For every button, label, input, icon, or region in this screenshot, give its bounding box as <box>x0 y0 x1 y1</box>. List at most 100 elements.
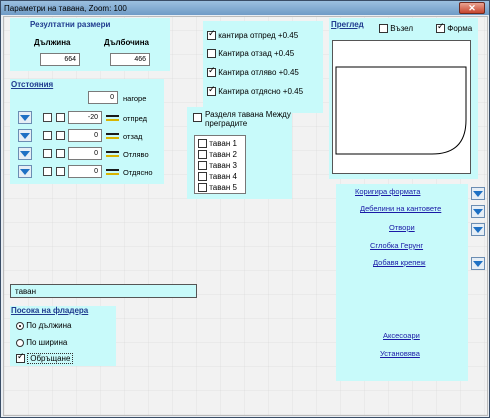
distance-right-check-b[interactable] <box>56 167 65 176</box>
edge-left-row[interactable]: Кантира отляво +0.45 <box>207 66 299 78</box>
holes-link[interactable]: Отвори <box>389 223 415 232</box>
node-label: Възел <box>390 24 413 33</box>
split-checkbox[interactable] <box>193 113 202 122</box>
split-item-label: таван 4 <box>209 172 237 181</box>
split-item-checkbox[interactable] <box>198 183 207 193</box>
edge-thickness-icon[interactable] <box>106 131 119 141</box>
shape-checkbox[interactable] <box>436 22 445 34</box>
correct-shape-dropdown[interactable] <box>471 187 485 200</box>
distance-left-check-b[interactable] <box>56 149 65 158</box>
split-item-2[interactable]: таван 2 <box>198 150 237 160</box>
shape-label: Форма <box>447 24 473 33</box>
edge-thickness-icon[interactable] <box>106 113 119 123</box>
grain-panel: Посока на фладера По дължина По ширина О… <box>10 306 116 366</box>
grain-title: Посока на фладера <box>11 306 89 315</box>
split-item-label: таван 3 <box>209 161 237 170</box>
chevron-down-icon <box>20 114 30 121</box>
grain-length-option[interactable]: По дължина <box>16 321 72 330</box>
result-sizes-panel: Резултатни размери Дължина Дълбочина 664… <box>10 18 170 71</box>
distance-back-label: отзад <box>123 132 143 141</box>
accessories-link[interactable]: Аксесоари <box>383 331 420 340</box>
chevron-down-icon <box>20 168 30 175</box>
split-item-checkbox[interactable] <box>198 172 207 182</box>
split-label: Разделя тавана Между преградите <box>205 110 291 128</box>
split-item-checkbox[interactable] <box>198 161 207 171</box>
holes-dropdown[interactable] <box>471 223 485 236</box>
split-item-5[interactable]: таван 5 <box>198 183 237 193</box>
split-item-1[interactable]: таван 1 <box>198 139 237 149</box>
grain-length-radio[interactable] <box>16 321 24 330</box>
distances-panel: Отстояния 0 нагоре -20 отпред 0 отзад 0 … <box>10 79 164 184</box>
edge-front-row[interactable]: кантира отпред +0.45 <box>207 29 298 41</box>
edge-thickness-dropdown[interactable] <box>471 205 485 218</box>
preview-panel: Преглед Възел Форма <box>329 18 478 179</box>
split-item-checkbox[interactable] <box>198 139 207 149</box>
distance-right-check-a[interactable] <box>43 167 52 176</box>
distance-top-label: нагоре <box>123 94 147 103</box>
distance-back-check-b[interactable] <box>56 131 65 140</box>
edge-right-row[interactable]: Кантира отдясно +0.45 <box>207 85 304 97</box>
split-item-label: таван 5 <box>209 183 237 192</box>
distance-left-value[interactable]: 0 <box>68 147 102 160</box>
distance-top-value[interactable]: 0 <box>88 91 118 104</box>
edge-thickness-icon[interactable] <box>106 167 119 177</box>
edge-back-row[interactable]: Кантира отзад +0.45 <box>207 49 295 59</box>
split-item-label: таван 1 <box>209 139 237 148</box>
chevron-down-icon <box>473 226 483 233</box>
distance-front-dropdown[interactable] <box>18 111 32 124</box>
distance-right-dropdown[interactable] <box>18 165 32 178</box>
distance-back-dropdown[interactable] <box>18 129 32 142</box>
distance-front-value[interactable]: -20 <box>68 111 102 124</box>
distances-title: Отстояния <box>11 80 54 89</box>
edge-front-checkbox[interactable] <box>207 29 216 41</box>
node-option[interactable]: Възел <box>379 24 413 34</box>
shape-option[interactable]: Форма <box>436 22 473 34</box>
client-area: Резултатни размери Дължина Дълбочина 664… <box>3 16 488 416</box>
preview-title: Преглед <box>331 20 364 29</box>
grain-width-label: По ширина <box>26 338 68 347</box>
add-fastener-dropdown[interactable] <box>471 257 485 270</box>
split-panel: Разделя тавана Между преградите таван 1 … <box>187 107 292 199</box>
node-checkbox[interactable] <box>379 24 388 34</box>
length-value: 664 <box>40 53 80 66</box>
edge-right-label: Кантира отдясно +0.45 <box>218 87 304 96</box>
split-item-checkbox[interactable] <box>198 150 207 160</box>
distance-left-label: Отляво <box>123 150 149 159</box>
split-list: таван 1 таван 2 таван 3 таван 4 таван 5 <box>194 135 246 194</box>
distance-back-check-a[interactable] <box>43 131 52 140</box>
install-link[interactable]: Установява <box>380 349 420 358</box>
preview-canvas <box>332 40 471 174</box>
chevron-down-icon <box>473 190 483 197</box>
add-fastener-link[interactable]: Добавя крепеж <box>373 258 425 267</box>
ceiling-shape-drawing <box>335 66 467 155</box>
distance-front-check-b[interactable] <box>56 113 65 122</box>
edge-thickness-icon[interactable] <box>106 149 119 159</box>
grain-rotate-checkbox[interactable] <box>16 352 25 364</box>
correct-shape-link[interactable]: Коригира формата <box>355 187 420 196</box>
part-name-input[interactable]: таван <box>10 284 197 298</box>
actions-panel: Коригира формата Дебелини на кантовете О… <box>336 184 468 381</box>
edge-right-checkbox[interactable] <box>207 85 216 97</box>
distance-left-dropdown[interactable] <box>18 147 32 160</box>
distance-front-label: отпред <box>123 114 148 123</box>
grain-width-option[interactable]: По ширина <box>16 338 67 347</box>
edge-back-checkbox[interactable] <box>207 49 216 59</box>
edge-back-label: Кантира отзад +0.45 <box>218 49 295 58</box>
split-item-4[interactable]: таван 4 <box>198 172 237 182</box>
distance-back-value[interactable]: 0 <box>68 129 102 142</box>
chevron-down-icon <box>473 208 483 215</box>
distance-left-check-a[interactable] <box>43 149 52 158</box>
grain-width-radio[interactable] <box>16 338 24 347</box>
edge-thickness-link[interactable]: Дебелини на кантовете <box>360 204 441 213</box>
close-button[interactable]: ✕ <box>459 2 485 14</box>
distance-front-check-a[interactable] <box>43 113 52 122</box>
dialog-window: Параметри на тавана, Zoom: 100 ✕ Резулта… <box>0 0 490 418</box>
grain-rotate-option[interactable]: Обръщане <box>16 352 74 364</box>
distance-right-value[interactable]: 0 <box>68 165 102 178</box>
split-item-3[interactable]: таван 3 <box>198 161 237 171</box>
edge-left-label: Кантира отляво +0.45 <box>218 68 299 77</box>
grain-length-label: По дължина <box>26 321 72 330</box>
edge-left-checkbox[interactable] <box>207 66 216 78</box>
chevron-down-icon <box>20 150 30 157</box>
miter-joint-link[interactable]: Сглобка Герунг <box>370 241 423 250</box>
